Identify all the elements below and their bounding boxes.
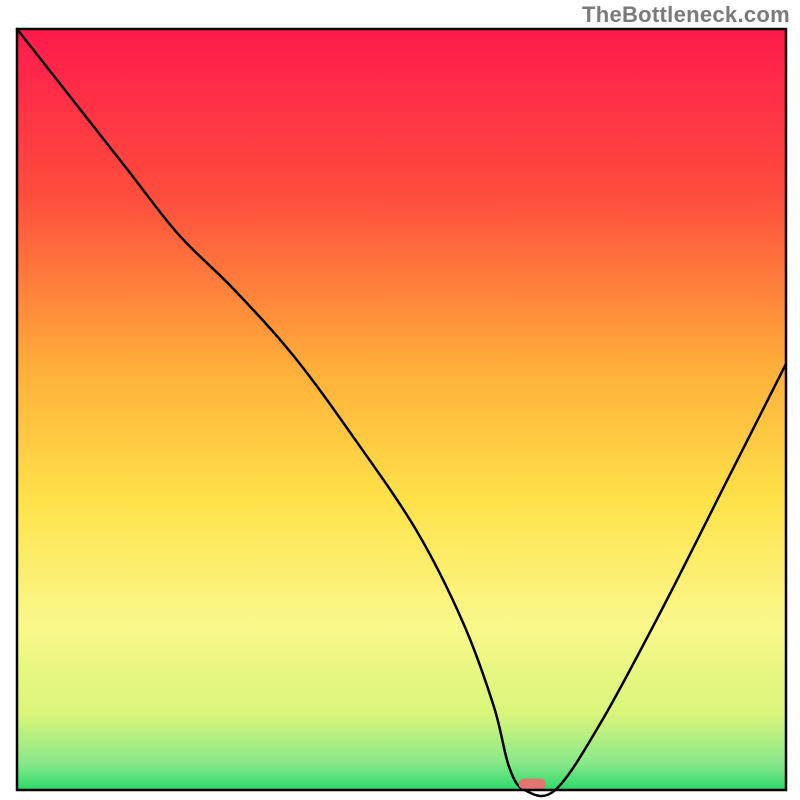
watermark-text: TheBottleneck.com [582,2,790,28]
optimum-marker [519,779,546,790]
plot-background [17,29,786,790]
chart-canvas: TheBottleneck.com [0,0,800,800]
plot-svg [0,0,800,800]
